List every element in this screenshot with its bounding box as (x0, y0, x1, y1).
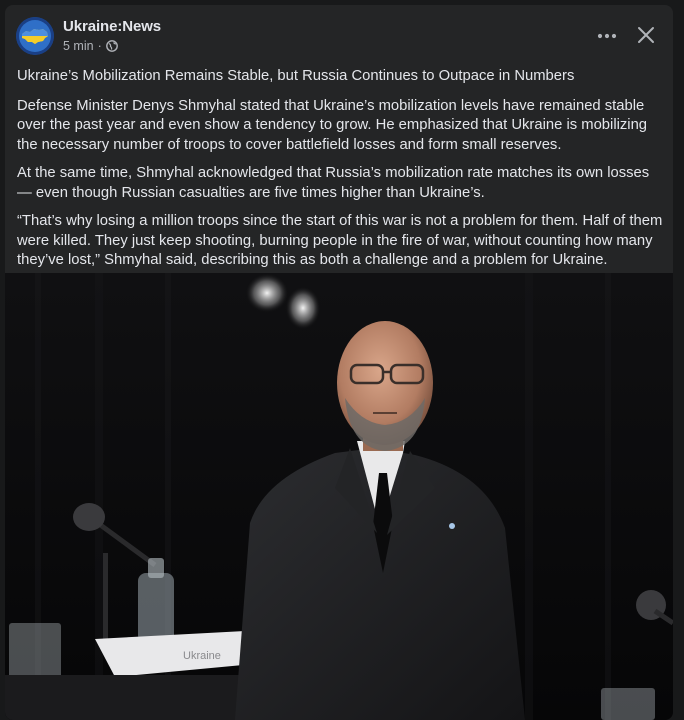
post-meta: 5 min · (63, 39, 118, 53)
more-icon (597, 33, 617, 39)
more-options-button[interactable] (594, 23, 620, 49)
close-button[interactable] (632, 21, 660, 49)
post-text: Ukraine’s Mobilization Remains Stable, b… (17, 67, 665, 280)
close-icon (638, 27, 654, 43)
post-photo[interactable]: Ukraine (5, 273, 673, 720)
meta-separator: · (97, 39, 102, 53)
page-name[interactable]: Ukraine:News (63, 18, 161, 35)
ukraine-map-logo-icon (16, 17, 54, 55)
globe-icon (105, 40, 118, 52)
post-card: Ukraine:News 5 min · Ukraine’s Mobilizat… (5, 5, 673, 720)
post-paragraph-3: “That’s why losing a million troops sinc… (17, 213, 663, 268)
post-header: Ukraine:News 5 min · (5, 5, 673, 67)
placard-text: Ukraine (183, 650, 221, 662)
post-paragraph-1: Defense Minister Denys Shmyhal stated th… (17, 97, 648, 153)
post-paragraph-2: At the same time, Shmyhal acknowledged t… (17, 165, 650, 201)
post-time[interactable]: 5 min (63, 39, 94, 53)
page-avatar[interactable] (16, 17, 54, 55)
photo-minister-at-podium: Ukraine (5, 273, 673, 720)
post-title: Ukraine’s Mobilization Remains Stable, b… (17, 68, 575, 84)
